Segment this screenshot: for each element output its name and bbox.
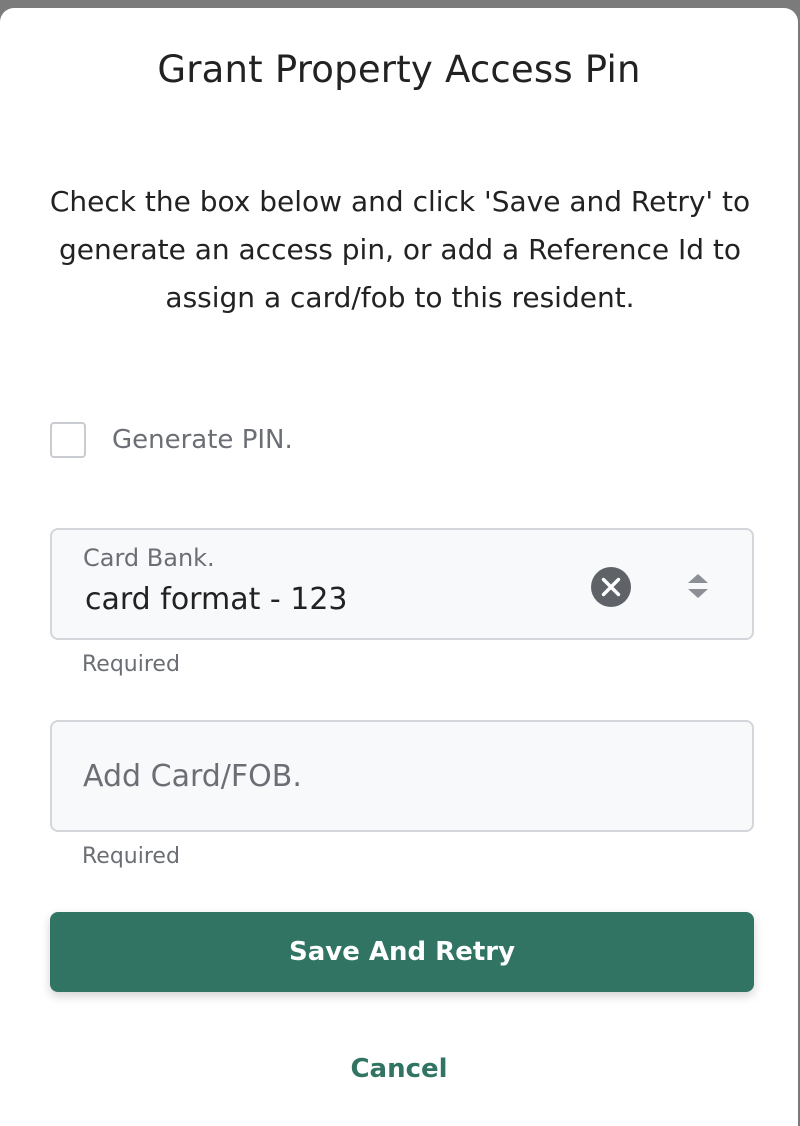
grant-access-pin-dialog: Grant Property Access Pin Check the box …: [0, 8, 798, 1126]
card-fob-field[interactable]: [50, 720, 754, 832]
card-bank-value: card format - 123: [85, 582, 348, 617]
generate-pin-checkbox[interactable]: [50, 422, 86, 458]
card-fob-input[interactable]: [52, 722, 752, 830]
card-bank-label: Card Bank.: [83, 544, 215, 572]
clear-icon[interactable]: [590, 566, 632, 608]
cancel-button[interactable]: Cancel: [0, 1054, 798, 1084]
save-and-retry-button[interactable]: Save And Retry: [50, 912, 754, 992]
card-bank-helper-text: Required: [82, 652, 180, 677]
dialog-title: Grant Property Access Pin: [157, 48, 641, 91]
sort-arrows-icon[interactable]: [686, 572, 710, 600]
generate-pin-label: Generate PIN.: [112, 425, 293, 455]
dialog-description: Check the box below and click 'Save and …: [49, 185, 751, 314]
card-fob-helper-text: Required: [82, 844, 180, 869]
card-bank-select[interactable]: Card Bank. card format - 123: [50, 528, 754, 640]
generate-pin-option[interactable]: Generate PIN.: [50, 420, 293, 460]
